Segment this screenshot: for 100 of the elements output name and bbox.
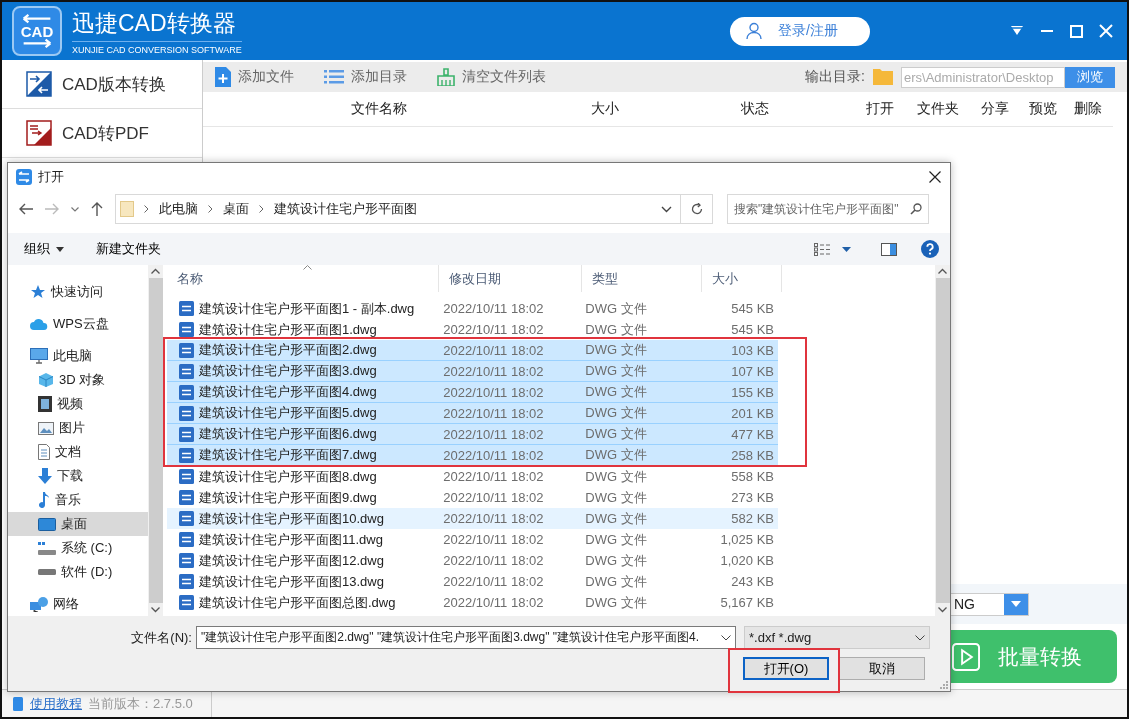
image-icon <box>38 421 54 435</box>
nav-item[interactable]: 图片 <box>8 416 148 440</box>
dropdown-icon <box>1011 601 1021 607</box>
file-date: 2022/10/11 18:02 <box>443 553 544 568</box>
file-size: 1,025 KB <box>720 532 774 547</box>
nav-item[interactable]: 下载 <box>8 464 148 488</box>
help-link[interactable]: 使用教程 <box>30 694 82 713</box>
file-size: 258 KB <box>731 447 774 463</box>
chevron-down-icon[interactable] <box>71 206 79 212</box>
open-button[interactable]: 打开(O) <box>743 657 829 680</box>
file-row[interactable]: 建筑设计住宅户形平面图9.dwg 2022/10/11 18:02 DWG 文件 273 KB <box>167 487 778 508</box>
breadcrumb-item[interactable]: 此电脑 <box>159 200 198 218</box>
breadcrumb-item[interactable]: 桌面 <box>223 200 249 218</box>
organize-menu[interactable]: 组织 <box>20 240 68 258</box>
toolbar-button[interactable]: 添加文件 <box>209 66 300 88</box>
file-size: 107 KB <box>731 363 774 379</box>
search-field[interactable]: 搜索"建筑设计住宅户形平面图" <box>727 194 929 224</box>
file-row[interactable]: 建筑设计住宅户形平面图2.dwg 2022/10/11 18:02 DWG 文件 103 KB <box>167 340 778 361</box>
nav-item[interactable]: 快速访问 <box>8 280 148 304</box>
breadcrumb-item[interactable]: 建筑设计住宅户形平面图 <box>274 200 417 218</box>
maximize-icon[interactable] <box>1070 24 1083 38</box>
caret-icon[interactable] <box>842 246 851 252</box>
close-icon[interactable] <box>929 171 941 183</box>
pdf-icon <box>26 120 52 146</box>
nav-item[interactable]: 视频 <box>8 392 148 416</box>
file-row[interactable]: 建筑设计住宅户形平面图4.dwg 2022/10/11 18:02 DWG 文件 155 KB <box>167 382 778 403</box>
nav-item[interactable]: 音乐 <box>8 488 148 512</box>
nav-item[interactable]: 此电脑 <box>8 344 148 368</box>
monitor-icon <box>30 348 48 364</box>
column-header[interactable]: 类型 <box>582 265 702 292</box>
file-row[interactable]: 建筑设计住宅户形平面图总图.dwg 2022/10/11 18:02 DWG 文件 5,167 KB <box>167 592 778 613</box>
scroll-up-icon[interactable] <box>938 268 947 274</box>
file-size: 5,167 KB <box>720 595 774 610</box>
new-folder-button[interactable]: 新建文件夹 <box>92 240 165 258</box>
scroll-down-icon[interactable] <box>938 607 947 613</box>
music-note-icon <box>38 492 50 508</box>
file-row[interactable]: 建筑设计住宅户形平面图11.dwg 2022/10/11 18:02 DWG 文件 1,025 KB <box>167 529 778 550</box>
file-type: DWG 文件 <box>585 446 647 464</box>
file-type-select[interactable]: *.dxf *.dwg <box>744 626 930 649</box>
nav-item[interactable]: 3D 对象 <box>8 368 148 392</box>
file-row[interactable]: 建筑设计住宅户形平面图8.dwg 2022/10/11 18:02 DWG 文件 558 KB <box>167 466 778 487</box>
file-row[interactable]: 建筑设计住宅户形平面图6.dwg 2022/10/11 18:02 DWG 文件 477 KB <box>167 424 778 445</box>
column-header[interactable]: 修改日期 <box>439 265 582 292</box>
column-header[interactable]: 大小 <box>702 265 782 292</box>
scrollbar-thumb[interactable] <box>148 278 163 603</box>
desktop-icon <box>38 517 56 531</box>
toolbar-button[interactable]: 清空文件列表 <box>431 67 552 87</box>
back-icon[interactable] <box>19 203 33 215</box>
cad-file-icon <box>179 342 194 358</box>
file-type: DWG 文件 <box>585 425 647 443</box>
toolbar-button[interactable]: 添加目录 <box>318 67 413 87</box>
file-row[interactable]: 建筑设计住宅户形平面图1.dwg 2022/10/11 18:02 DWG 文件 545 KB <box>167 319 778 340</box>
nav-item[interactable]: 桌面 <box>8 512 148 536</box>
login-button[interactable]: 登录/注册 <box>730 16 870 46</box>
list-icon <box>324 69 344 85</box>
file-size: 545 KB <box>731 322 774 337</box>
file-date: 2022/10/11 18:02 <box>443 426 544 442</box>
filename-field[interactable]: "建筑设计住宅户形平面图2.dwg" "建筑设计住宅户形平面图3.dwg" "建筑设计住宅户形平面图4. <box>196 626 736 649</box>
scroll-up-icon[interactable] <box>151 268 160 274</box>
cad-file-icon <box>179 405 194 421</box>
file-name: 建筑设计住宅户形平面图6.dwg <box>199 425 377 443</box>
file-type: DWG 文件 <box>585 572 647 591</box>
cad-file-icon <box>179 574 194 589</box>
nav-item[interactable]: 网络 <box>8 592 148 616</box>
file-type: DWG 文件 <box>585 299 647 318</box>
view-icon[interactable] <box>814 242 830 256</box>
nav-item[interactable]: 软件 (D:) <box>8 560 148 584</box>
nav-item[interactable]: 文档 <box>8 440 148 464</box>
nav-item[interactable]: WPS云盘 <box>8 312 148 336</box>
sidebar-item[interactable]: CAD版本转换 <box>2 60 202 109</box>
skin-icon[interactable] <box>1010 25 1024 37</box>
help-icon[interactable] <box>921 240 939 258</box>
refresh-button[interactable] <box>681 194 713 224</box>
refresh-icon <box>690 203 703 215</box>
nav-item[interactable]: 系统 (C:) <box>8 536 148 560</box>
up-icon[interactable] <box>91 202 103 216</box>
file-row[interactable]: 建筑设计住宅户形平面图12.dwg 2022/10/11 18:02 DWG 文件 1,020 KB <box>167 550 778 571</box>
cancel-button[interactable]: 取消 <box>839 657 925 680</box>
file-row[interactable]: 建筑设计住宅户形平面图10.dwg 2022/10/11 18:02 DWG 文件 582 KB <box>167 508 778 529</box>
file-size: 103 KB <box>731 342 774 358</box>
file-type: DWG 文件 <box>585 551 647 570</box>
preview-pane-icon[interactable] <box>881 242 897 256</box>
sidebar-item[interactable]: CAD转PDF <box>2 109 202 158</box>
scrollbar-thumb[interactable] <box>935 278 950 603</box>
file-row[interactable]: 建筑设计住宅户形平面图3.dwg 2022/10/11 18:02 DWG 文件 107 KB <box>167 361 778 382</box>
cad-file-icon <box>179 322 194 337</box>
chevron-down-icon[interactable] <box>661 205 672 213</box>
file-row[interactable]: 建筑设计住宅户形平面图13.dwg 2022/10/11 18:02 DWG 文件 243 KB <box>167 571 778 592</box>
address-bar[interactable]: 此电脑 桌面 建筑设计住宅户形平面图 <box>115 194 681 224</box>
file-row[interactable]: 建筑设计住宅户形平面图1 - 副本.dwg 2022/10/11 18:02 DWG 文件 545 KB <box>167 298 778 319</box>
file-date: 2022/10/11 18:02 <box>443 363 544 379</box>
file-row[interactable]: 建筑设计住宅户形平面图5.dwg 2022/10/11 18:02 DWG 文件 201 KB <box>167 403 778 424</box>
cad-file-icon <box>179 301 194 316</box>
scroll-down-icon[interactable] <box>151 607 160 613</box>
file-row[interactable]: 建筑设计住宅户形平面图7.dwg 2022/10/11 18:02 DWG 文件 258 KB <box>167 445 778 466</box>
file-name: 建筑设计住宅户形平面图总图.dwg <box>199 593 396 612</box>
app-logo: CAD <box>12 6 62 56</box>
column-header[interactable]: 名称 <box>167 265 439 292</box>
file-date: 2022/10/11 18:02 <box>443 384 544 400</box>
resize-grip-icon[interactable] <box>940 681 948 689</box>
